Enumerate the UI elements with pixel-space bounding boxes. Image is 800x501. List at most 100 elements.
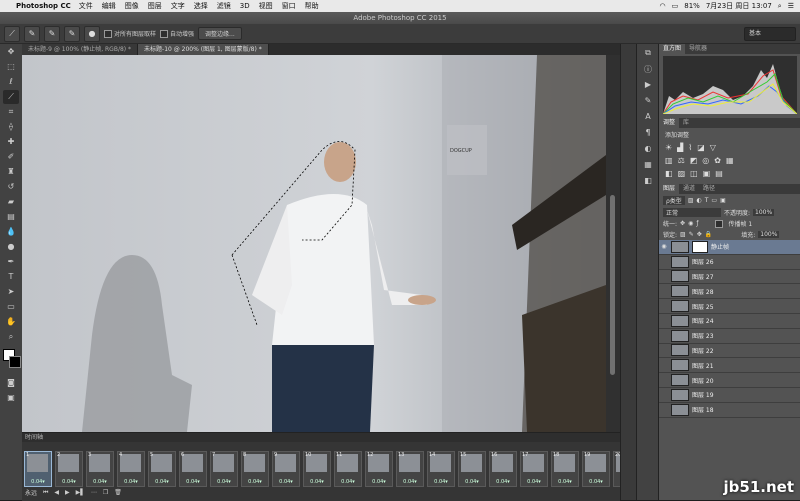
frame-duration[interactable]: 0.04▾: [87, 479, 113, 485]
filter-shape-icon[interactable]: ▭: [711, 197, 717, 204]
background-color[interactable]: [9, 356, 21, 368]
frame-duration[interactable]: 0.04▾: [552, 479, 578, 485]
tab-libraries[interactable]: 库: [679, 118, 693, 128]
unify-visibility-icon[interactable]: ◉: [688, 220, 693, 227]
black-white-icon[interactable]: ◩: [690, 156, 698, 165]
zoom-tool-icon[interactable]: ⌕: [3, 330, 19, 344]
dodge-tool-icon[interactable]: ●: [3, 240, 19, 254]
next-frame-icon[interactable]: ▶▌: [76, 489, 85, 496]
layer-row[interactable]: 图层 23: [659, 329, 800, 344]
filter-pixel-icon[interactable]: ▨: [688, 197, 694, 204]
lock-all-icon[interactable]: 🔒: [705, 231, 712, 238]
brush-size-icon[interactable]: ●: [84, 25, 100, 42]
menu-layer[interactable]: 图层: [148, 1, 162, 11]
shape-tool-icon[interactable]: ▭: [3, 300, 19, 314]
color-balance-icon[interactable]: ⚖: [678, 156, 685, 165]
layer-row[interactable]: ◉ 静止帧: [659, 240, 800, 255]
frame-duration[interactable]: 0.04▾: [118, 479, 144, 485]
tab-paths[interactable]: 路径: [699, 184, 719, 194]
brush-presets-icon[interactable]: ✎: [641, 96, 655, 108]
frame-duration[interactable]: 0.04▾: [521, 479, 547, 485]
fill-input[interactable]: 100%: [758, 231, 780, 238]
brush-tool-icon[interactable]: ✐: [3, 150, 19, 164]
frame-duration[interactable]: 0.04▾: [273, 479, 299, 485]
auto-enhance-checkbox[interactable]: 自动增强: [160, 29, 194, 38]
filter-type-icon[interactable]: T: [705, 197, 709, 204]
lock-move-icon[interactable]: ✥: [697, 231, 702, 238]
timeline-frame[interactable]: 19 0.04▾: [582, 451, 610, 487]
frame-duration[interactable]: 0.04▾: [583, 479, 609, 485]
menu-filter[interactable]: 滤镜: [217, 1, 231, 11]
layer-row[interactable]: 图层 21: [659, 358, 800, 374]
layer-row[interactable]: 图层 27: [659, 270, 800, 285]
posterize-icon[interactable]: ▨: [678, 169, 686, 178]
pen-tool-icon[interactable]: ✒: [3, 255, 19, 269]
marquee-tool-icon[interactable]: ⬚: [3, 60, 19, 74]
layer-row[interactable]: 图层 26: [659, 255, 800, 270]
move-tool-icon[interactable]: ✥: [3, 45, 19, 59]
lock-pixels-icon[interactable]: ▨: [680, 231, 686, 238]
search-icon[interactable]: ⌕: [778, 2, 782, 11]
loop-select[interactable]: 永远: [25, 488, 37, 497]
tween-icon[interactable]: ⋯: [91, 489, 97, 496]
color-icon[interactable]: ◐: [641, 144, 655, 156]
tab-layers[interactable]: 图层: [659, 184, 680, 194]
color-lookup-icon[interactable]: ▦: [726, 156, 734, 165]
levels-icon[interactable]: ▟: [677, 143, 683, 152]
actions-icon[interactable]: ▶: [641, 80, 655, 92]
timeline-frame[interactable]: 5 0.04▾: [148, 451, 176, 487]
scrollbar-thumb[interactable]: [610, 195, 615, 375]
timeline-frame[interactable]: 12 0.04▾: [365, 451, 393, 487]
hue-sat-icon[interactable]: ▥: [665, 156, 673, 165]
quick-mask-icon[interactable]: ◙: [3, 376, 19, 390]
quick-select-tool-icon[interactable]: ⟋: [3, 90, 19, 104]
tab-channels[interactable]: 通道: [679, 184, 699, 194]
menu-select[interactable]: 选择: [194, 1, 208, 11]
timeline-frame[interactable]: 4 0.04▾: [117, 451, 145, 487]
eyedropper-tool-icon[interactable]: ⟠: [3, 120, 19, 134]
propagate-checkbox[interactable]: [715, 219, 724, 228]
battery-icon[interactable]: ▭: [672, 2, 679, 10]
unify-style-icon[interactable]: ƒ: [696, 220, 698, 227]
channel-mixer-icon[interactable]: ✿: [714, 156, 721, 165]
delete-frame-icon[interactable]: 🗑: [114, 489, 122, 496]
layer-row[interactable]: 图层 25: [659, 299, 800, 314]
frame-duration[interactable]: 0.04▾: [56, 479, 82, 485]
brightness-icon[interactable]: ☀: [665, 143, 672, 152]
curves-icon[interactable]: ⌇: [688, 143, 692, 152]
timeline-frame[interactable]: 7 0.04▾: [210, 451, 238, 487]
layer-filter-kind[interactable]: ρ类型: [663, 196, 685, 205]
color-swatches[interactable]: [2, 348, 21, 372]
frame-duration[interactable]: 0.04▾: [428, 479, 454, 485]
quick-select-tool-icon[interactable]: ⟋: [4, 25, 20, 42]
timeline-frame[interactable]: 9 0.04▾: [272, 451, 300, 487]
info-icon[interactable]: ⓘ: [641, 64, 655, 76]
frame-duration[interactable]: 0.04▾: [211, 479, 237, 485]
menu-help[interactable]: 帮助: [305, 1, 319, 11]
timeline-frame[interactable]: 13 0.04▾: [396, 451, 424, 487]
paragraph-icon[interactable]: ¶: [641, 128, 655, 140]
canvas-scrollbar[interactable]: [606, 55, 620, 432]
timeline-frame[interactable]: 11 0.04▾: [334, 451, 362, 487]
blend-mode-select[interactable]: 正常: [663, 208, 721, 217]
menu-3d[interactable]: 3D: [240, 2, 250, 10]
wifi-icon[interactable]: ◠: [660, 2, 666, 10]
tab-document-9[interactable]: 未标题-9 @ 100% (静止帧, RGB/8) *: [22, 44, 139, 55]
history-brush-icon[interactable]: ↺: [3, 180, 19, 194]
menu-type[interactable]: 文字: [171, 1, 185, 11]
filter-smart-icon[interactable]: ▣: [720, 197, 726, 204]
tab-document-10[interactable]: 未标题-10 @ 200% (图层 1, 图层蒙版/8) *: [138, 44, 269, 55]
menu-file[interactable]: 文件: [79, 1, 93, 11]
sample-all-layers-checkbox[interactable]: 对所有图层取样: [104, 29, 156, 38]
healing-tool-icon[interactable]: ✚: [3, 135, 19, 149]
subtract-selection-icon[interactable]: ✎: [64, 25, 80, 42]
photo-filter-icon[interactable]: ◎: [702, 156, 709, 165]
vibrance-icon[interactable]: ▽: [710, 143, 716, 152]
screen-mode-icon[interactable]: ▣: [3, 391, 19, 405]
path-select-icon[interactable]: ➤: [3, 285, 19, 299]
menu-edit[interactable]: 编辑: [102, 1, 116, 11]
menu-window[interactable]: 窗口: [282, 1, 296, 11]
swatches-icon[interactable]: ▦: [641, 160, 655, 172]
opacity-input[interactable]: 100%: [753, 209, 775, 216]
menu-view[interactable]: 视图: [259, 1, 273, 11]
